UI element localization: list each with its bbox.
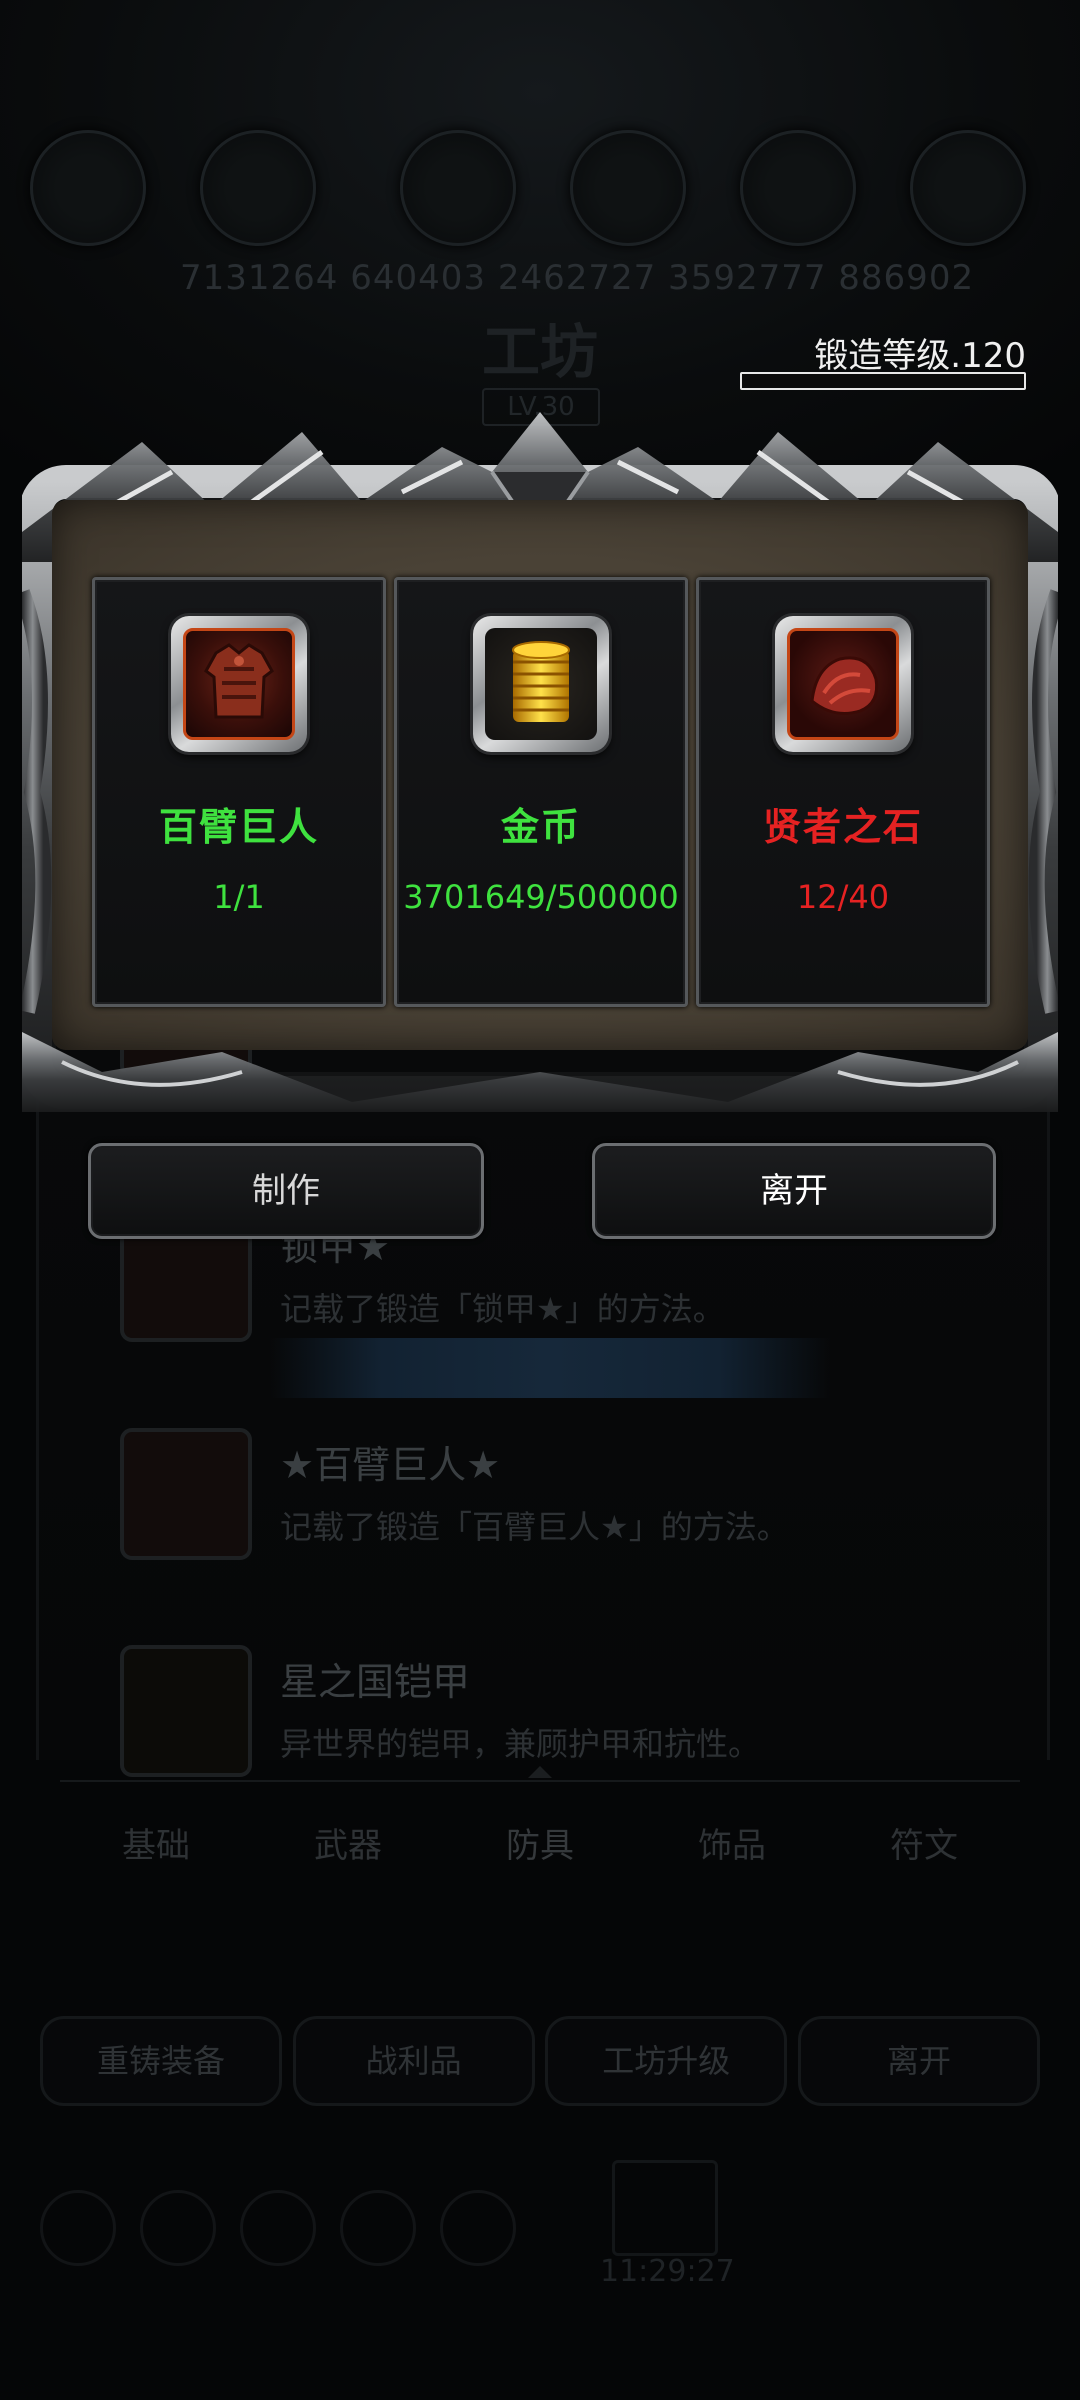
leave-button[interactable]: 离开: [592, 1143, 996, 1239]
treasure-chest-icon: [612, 2160, 718, 2256]
dock-skill-icon: [340, 2190, 416, 2266]
material-count: 1/1: [213, 878, 265, 916]
recipe-desc: 异世界的铠甲，兼顾护甲和抗性。: [280, 1725, 761, 1763]
tab-basic[interactable]: 基础: [122, 1818, 190, 1867]
category-tabs: 基础 武器 防具 饰品 符文: [60, 1780, 1020, 1902]
material-name: 百臂巨人: [158, 805, 319, 849]
skill-orb-icon: [400, 130, 516, 246]
dock-timer: 11:29:27: [600, 2254, 735, 2289]
material-card-philosopher-stone: 贤者之石 12/40: [696, 577, 990, 1007]
material-count: 3701649/500000: [403, 878, 679, 916]
tab-armor[interactable]: 防具: [506, 1818, 574, 1867]
reforge-button[interactable]: 重铸装备: [40, 2016, 282, 2106]
material-name: 金币: [500, 805, 581, 849]
armor-icon: [171, 616, 307, 752]
dock-skill-icon: [240, 2190, 316, 2266]
tab-rune[interactable]: 符文: [890, 1818, 958, 1867]
selection-highlight: [270, 1338, 830, 1398]
material-name: 贤者之石: [762, 805, 923, 849]
recipe-desc: 记载了锻造「百臂巨人★」的方法。: [280, 1508, 789, 1546]
forge-level-progress-bar: [740, 372, 1026, 390]
skill-orb-icon: [200, 130, 316, 246]
material-card-armor: 百臂巨人 1/1: [92, 577, 386, 1007]
material-card-gold: 金币 3701649/500000: [394, 577, 688, 1007]
armor-icon: [120, 1428, 252, 1560]
stats-row: 7131264 640403 2462727 3592777 886902: [180, 258, 975, 298]
gold-coins-icon: [473, 616, 609, 752]
active-tab-caret-icon: [528, 1766, 552, 1778]
skill-orb-icon: [740, 130, 856, 246]
tab-accessory[interactable]: 饰品: [698, 1818, 766, 1867]
skill-orb-icon: [570, 130, 686, 246]
exit-workshop-button[interactable]: 离开: [797, 2016, 1040, 2106]
material-count: 12/40: [796, 878, 890, 916]
skill-orb-icon: [910, 130, 1026, 246]
dock-skill-icon: [40, 2190, 116, 2266]
dock-skill-icon: [140, 2190, 216, 2266]
bottom-button-row: 重铸装备 战利品 工坊升级 离开: [40, 2016, 1040, 2106]
dock-skill-icon: [440, 2190, 516, 2266]
recipe-name: ★百臂巨人★: [280, 1443, 501, 1487]
tab-weapon[interactable]: 武器: [314, 1818, 382, 1867]
loot-button[interactable]: 战利品: [292, 2016, 535, 2106]
recipe-desc: 记载了锻造「锁甲★」的方法。: [280, 1290, 725, 1328]
forge-level-label: 锻造等级.120: [814, 336, 1026, 376]
recipe-name: 星之国铠甲: [280, 1660, 471, 1704]
craft-button[interactable]: 制作: [88, 1143, 484, 1239]
list-item[interactable]: ★百臂巨人★ 记载了锻造「百臂巨人★」的方法。: [120, 1428, 980, 1578]
star-armor-icon: [120, 1645, 252, 1777]
workshop-upgrade-button[interactable]: 工坊升级: [545, 2016, 788, 2106]
bottom-dock: 11:29:27: [0, 2130, 1080, 2400]
philosopher-stone-icon: [775, 616, 911, 752]
skill-orb-icon: [30, 130, 146, 246]
